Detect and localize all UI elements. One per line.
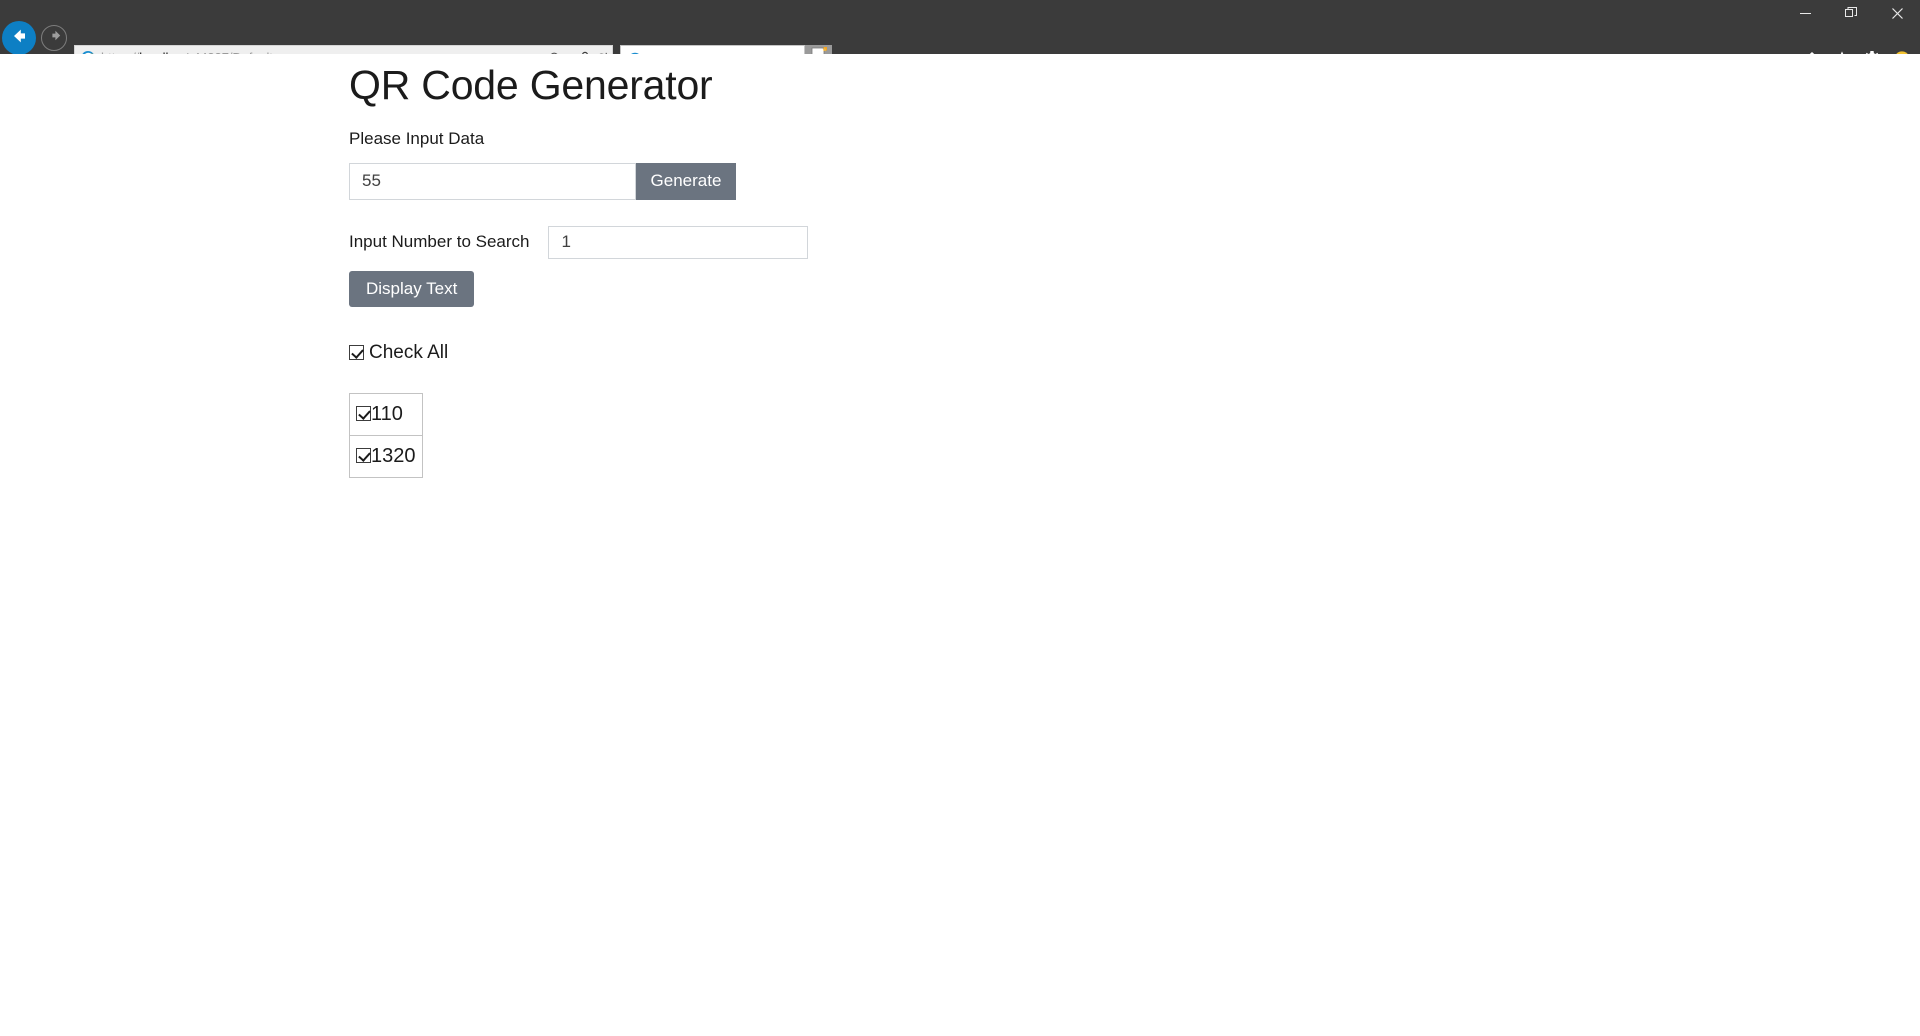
page-title: QR Code Generator [349, 54, 808, 110]
check-all-checkbox[interactable] [349, 345, 364, 360]
list-item-checkbox[interactable] [356, 406, 371, 421]
qr-data-input[interactable] [349, 163, 636, 200]
search-number-input[interactable] [548, 226, 808, 259]
check-all-row[interactable]: Check All [349, 343, 808, 362]
checkbox-list-body: 110 1320 [350, 393, 423, 477]
generate-button[interactable]: Generate [636, 163, 736, 200]
generate-input-group: Generate [349, 163, 736, 200]
list-item-label: 1320 [371, 446, 416, 466]
table-row: 110 [350, 393, 423, 435]
forward-arrow-icon [47, 28, 62, 48]
browser-chrome: https://localhost:44337/Default.aspx [0, 0, 1920, 54]
list-item[interactable]: 110 [350, 393, 423, 435]
check-all-label: Check All [369, 343, 448, 362]
content-container: QR Code Generator Please Input Data Gene… [349, 54, 808, 478]
search-number-label: Input Number to Search [349, 232, 529, 252]
navigation-row: https://localhost:44337/Default.aspx [0, 20, 1920, 54]
forward-button[interactable] [41, 25, 67, 51]
display-text-button[interactable]: Display Text [349, 271, 474, 307]
back-arrow-icon [9, 26, 29, 51]
back-button[interactable] [2, 21, 36, 55]
list-item-checkbox[interactable] [356, 448, 371, 463]
list-item[interactable]: 1320 [350, 435, 423, 477]
page-content: QR Code Generator Please Input Data Gene… [0, 54, 1920, 1036]
list-item-label: 110 [371, 404, 403, 424]
table-row: 1320 [350, 435, 423, 477]
search-row: Input Number to Search [349, 226, 808, 259]
input-data-label: Please Input Data [349, 129, 808, 149]
checkbox-list-table: 110 1320 [349, 393, 423, 478]
